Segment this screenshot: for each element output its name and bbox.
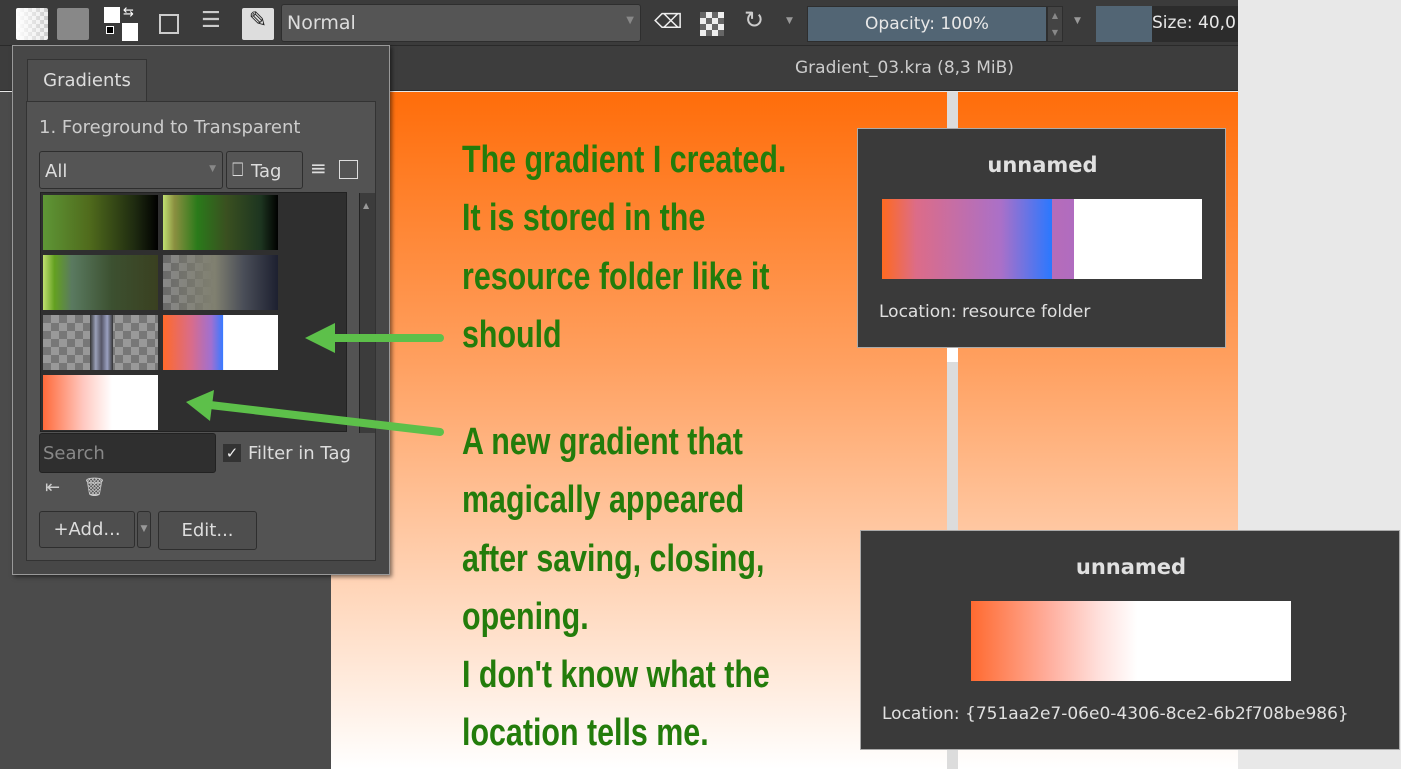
gradient-tooltip: unnamed Location: resource folder: [857, 128, 1226, 348]
gradient-preview: [971, 601, 1291, 681]
arrow-head: [305, 323, 335, 353]
location-value: {751aa2e7-06e0-4306-8ce2-6b2f708be986}: [965, 704, 1349, 724]
gradient-preview: [882, 199, 1202, 279]
arrow-head: [186, 390, 214, 421]
gradient-tooltip: unnamed Location: {751aa2e7-06e0-4306-8c…: [860, 530, 1400, 750]
arrow-icon: [206, 401, 444, 436]
location-value: resource folder: [962, 302, 1091, 322]
